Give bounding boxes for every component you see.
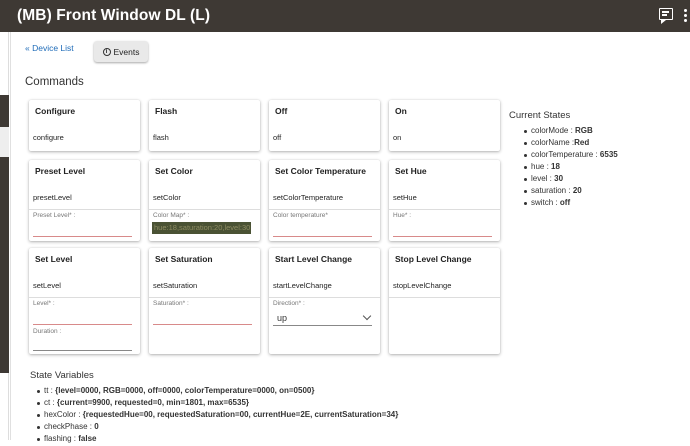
direction-value: up xyxy=(277,313,288,323)
command-card-stop-level-change[interactable]: Stop Level Change stopLevelChange xyxy=(389,248,500,354)
color-map-field[interactable]: Color Map* : hue:18,saturation:20,level:… xyxy=(152,212,252,238)
field-label: Duration : xyxy=(33,328,62,335)
field-underline xyxy=(33,236,132,237)
command-id: flash xyxy=(153,133,169,142)
hue-field[interactable]: Hue* : xyxy=(393,212,492,238)
command-card-set-saturation[interactable]: Set Saturation setSaturation Saturation*… xyxy=(149,248,260,354)
state-item: switch : off xyxy=(509,198,618,210)
field-underline xyxy=(273,325,372,326)
divider xyxy=(149,297,260,298)
direction-select[interactable]: Direction* : up xyxy=(273,300,372,326)
events-button-label: Events xyxy=(113,46,140,57)
current-states-heading: Current States xyxy=(509,110,571,121)
command-id: setColor xyxy=(153,193,181,202)
command-id: off xyxy=(273,133,282,142)
command-card-set-hue[interactable]: Set Hue setHue Hue* : xyxy=(389,160,500,241)
chevron-down-icon xyxy=(362,311,372,321)
field-label: Preset Level* : xyxy=(33,212,76,219)
command-id: on xyxy=(393,133,402,142)
events-button[interactable]: i Events xyxy=(94,41,148,62)
field-underline xyxy=(33,324,132,325)
side-nav-strip xyxy=(0,32,9,440)
state-variable-item: ct : {current=9900, requested=0, min=180… xyxy=(30,398,398,410)
more-vertical-icon[interactable] xyxy=(684,9,688,23)
toolbar: « Device List i Events xyxy=(25,41,148,62)
command-id: setHue xyxy=(393,193,417,202)
device-list-link[interactable]: « Device List xyxy=(25,43,74,53)
state-item: colorTemperature : 6535 xyxy=(509,150,618,162)
field-underline xyxy=(393,236,492,237)
command-card-off[interactable]: Off off xyxy=(269,100,380,151)
command-name: Set Color xyxy=(155,166,193,176)
command-card-preset-level[interactable]: Preset Level presetLevel Preset Level* : xyxy=(29,160,140,241)
field-label: Color Map* : xyxy=(153,212,190,219)
command-card-set-color[interactable]: Set Color setColor Color Map* : hue:18,s… xyxy=(149,160,260,241)
page-title: (MB) Front Window DL (L) xyxy=(17,7,211,24)
command-name: Set Level xyxy=(35,254,73,264)
level-field[interactable]: Level* : xyxy=(33,300,132,326)
app-header: (MB) Front Window DL (L) xyxy=(0,0,690,32)
commands-heading: Commands xyxy=(25,76,84,88)
state-variables: State Variables tt : {level=0000, RGB=00… xyxy=(30,370,398,446)
field-underline xyxy=(33,350,132,351)
field-underline xyxy=(273,236,372,237)
state-variable-item: flashing : false xyxy=(30,434,398,446)
duration-field[interactable]: Duration : xyxy=(33,328,132,354)
divider xyxy=(149,209,260,210)
command-card-set-level[interactable]: Set Level setLevel Level* : Duration : xyxy=(29,248,140,354)
state-variables-heading: State Variables xyxy=(30,370,94,381)
current-states: Current States colorMode : RGB colorName… xyxy=(509,110,618,210)
command-id: configure xyxy=(33,133,64,142)
field-label: Saturation* : xyxy=(153,300,189,307)
state-item: hue : 18 xyxy=(509,162,618,174)
command-card-set-color-temperature[interactable]: Set Color Temperature setColorTemperatur… xyxy=(269,160,380,241)
command-id: stopLevelChange xyxy=(393,281,452,290)
command-name: Stop Level Change xyxy=(395,254,472,264)
state-item: level : 30 xyxy=(509,174,618,186)
state-item: colorMode : RGB xyxy=(509,126,618,138)
divider xyxy=(29,297,140,298)
command-name: Set Color Temperature xyxy=(275,166,367,176)
field-underline xyxy=(153,324,252,325)
divider xyxy=(269,209,380,210)
command-name: Set Saturation xyxy=(155,254,213,264)
command-card-on[interactable]: On on xyxy=(389,100,500,151)
device-page: « Device List i Events Commands Configure… xyxy=(10,32,690,443)
command-id: startLevelChange xyxy=(273,281,332,290)
saturation-field[interactable]: Saturation* : xyxy=(153,300,252,326)
state-variable-item: hexColor : {requestedHue=00, requestedSa… xyxy=(30,410,398,422)
command-id: setLevel xyxy=(33,281,61,290)
divider xyxy=(389,209,500,210)
command-id: setColorTemperature xyxy=(273,193,344,202)
command-name: Preset Level xyxy=(35,166,86,176)
preset-level-field[interactable]: Preset Level* : xyxy=(33,212,132,238)
command-name: Set Hue xyxy=(395,166,427,176)
command-card-flash[interactable]: Flash flash xyxy=(149,100,260,151)
state-item: colorName :Red xyxy=(509,138,618,150)
state-variable-item: tt : {level=0000, RGB=0000, off=0000, co… xyxy=(30,386,398,398)
command-name: On xyxy=(395,106,407,116)
command-name: Off xyxy=(275,106,288,116)
field-label: Color temperature* xyxy=(273,212,328,219)
state-item: saturation : 20 xyxy=(509,186,618,198)
side-nav-highlight xyxy=(0,127,9,157)
command-id: presetLevel xyxy=(33,193,72,202)
divider xyxy=(389,297,500,298)
command-name: Configure xyxy=(35,106,76,116)
color-map-input[interactable]: hue:18,saturation:20,level:30 xyxy=(152,222,251,234)
chat-icon[interactable] xyxy=(659,8,673,24)
state-variable-item: checkPhase : 0 xyxy=(30,422,398,434)
command-name: Start Level Change xyxy=(275,254,352,264)
info-icon: i xyxy=(102,47,111,56)
color-temperature-field[interactable]: Color temperature* xyxy=(273,212,372,238)
field-label: Level* : xyxy=(33,300,55,307)
command-id: setSaturation xyxy=(153,281,198,290)
field-label: Direction* : xyxy=(273,300,305,307)
command-name: Flash xyxy=(155,106,178,116)
field-label: Hue* : xyxy=(393,212,412,219)
divider xyxy=(29,209,140,210)
command-card-start-level-change[interactable]: Start Level Change startLevelChange Dire… xyxy=(269,248,380,354)
divider xyxy=(269,297,380,298)
command-card-configure[interactable]: Configure configure xyxy=(29,100,140,151)
